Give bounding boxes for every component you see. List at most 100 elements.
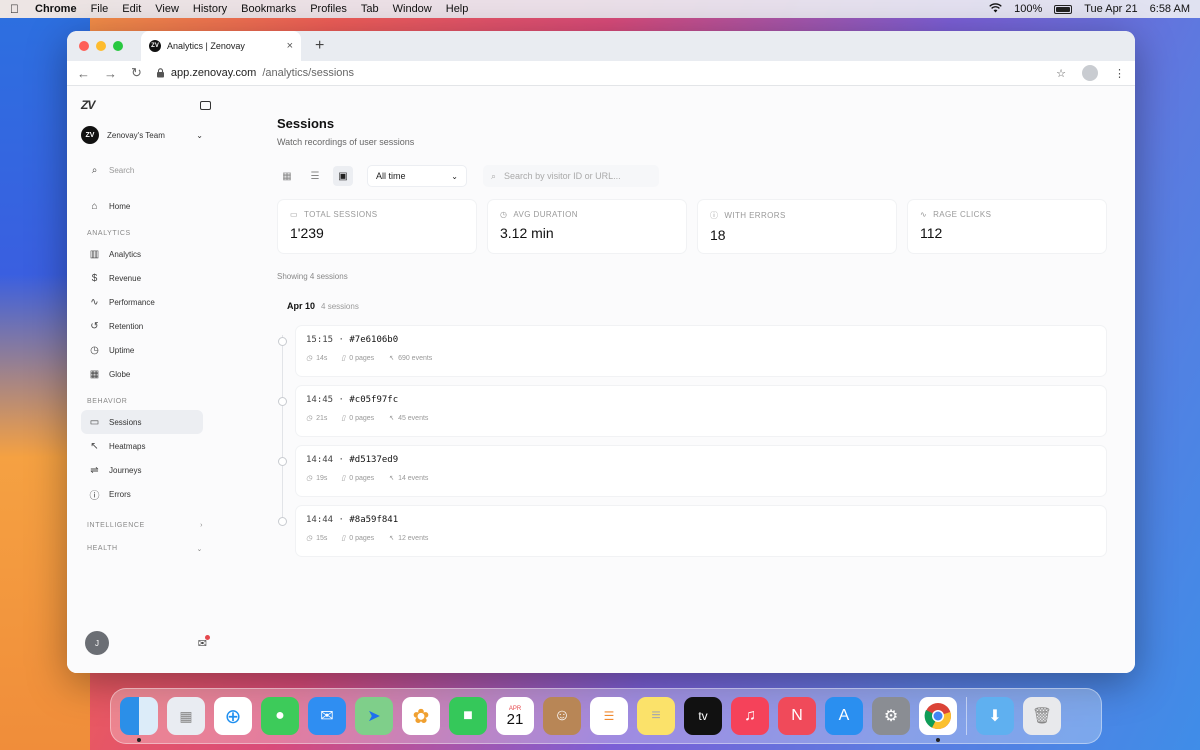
- news-icon[interactable]: N: [778, 697, 816, 735]
- sidebar-item-retention[interactable]: ↺ Retention: [81, 314, 203, 338]
- page-icon: ▯: [341, 355, 346, 362]
- safari-icon[interactable]: ⊕: [214, 697, 252, 735]
- session-duration: 15s: [316, 534, 328, 542]
- list-view-icon[interactable]: ☰: [305, 166, 325, 186]
- menu-window[interactable]: Window: [393, 3, 432, 15]
- sidebar-item-globe[interactable]: ▦ Globe: [81, 362, 203, 386]
- menu-file[interactable]: File: [91, 3, 109, 15]
- session-card[interactable]: 14:44 · #8a59f841 ◷ 15s ▯ 0 pages ↖ 12 even…: [295, 505, 1107, 557]
- menu-help[interactable]: Help: [446, 3, 469, 15]
- sidebar-item-home[interactable]: ⌂ Home: [81, 194, 203, 218]
- sidebar-item-revenue[interactable]: $ Revenue: [81, 266, 203, 290]
- calendar-view-icon[interactable]: ▣: [333, 166, 353, 186]
- menu-profiles[interactable]: Profiles: [310, 3, 347, 15]
- rotate-icon: ↺: [90, 320, 99, 332]
- pulse-icon: ∿: [920, 210, 928, 219]
- profile-avatar[interactable]: [1082, 65, 1098, 81]
- sidebar-item-heatmaps[interactable]: ↖ Heatmaps: [81, 434, 203, 458]
- tab-close-icon[interactable]: ×: [287, 40, 293, 52]
- menu-history[interactable]: History: [193, 3, 227, 15]
- app-store-icon[interactable]: A: [825, 697, 863, 735]
- chrome-icon[interactable]: [919, 697, 957, 742]
- chevron-down-icon: ⌄: [451, 171, 458, 181]
- session-search-placeholder: Search by visitor ID or URL...: [504, 171, 621, 181]
- session-card[interactable]: 15:15 · #7e6106b0 ◷ 14s ▯ 0 pages ↖ 690 eve…: [295, 325, 1107, 377]
- system-settings-icon[interactable]: ⚙: [872, 697, 910, 735]
- session-card[interactable]: 14:44 · #d5137ed9 ◷ 19s ▯ 0 pages ↖ 14 even…: [295, 445, 1107, 497]
- address-bar[interactable]: app.zenovay.com/analytics/sessions: [156, 67, 354, 79]
- more-menu-icon[interactable]: ⋮: [1114, 67, 1125, 80]
- wifi-icon[interactable]: [989, 2, 1002, 16]
- menu-time[interactable]: 6:58 AM: [1150, 3, 1190, 15]
- trash-icon[interactable]: 🗑: [1023, 697, 1061, 735]
- downloads-folder-icon[interactable]: ⬇: [976, 697, 1014, 735]
- session-search-input[interactable]: ⌕ Search by visitor ID or URL...: [483, 165, 659, 187]
- menu-edit[interactable]: Edit: [122, 3, 141, 15]
- team-switcher[interactable]: ZV Zenovay's Team ⌄: [81, 126, 203, 144]
- sidebar-item-performance[interactable]: ∿ Performance: [81, 290, 203, 314]
- menu-view[interactable]: View: [155, 3, 179, 15]
- reminders-icon[interactable]: ☰: [590, 697, 628, 735]
- mail-icon[interactable]: ✉: [308, 697, 346, 735]
- new-tab-button[interactable]: +: [315, 37, 324, 55]
- site-info-icon[interactable]: [156, 68, 165, 78]
- browser-tab[interactable]: ZV Analytics | Zenovay ×: [141, 31, 301, 61]
- session-time: 14:44: [306, 455, 334, 465]
- sidebar-item-analytics[interactable]: ▥ Analytics: [81, 242, 203, 266]
- session-duration: 19s: [316, 474, 328, 482]
- session-id: #8a59f841: [349, 515, 399, 525]
- session-duration: 14s: [316, 354, 328, 362]
- sidebar-item-journeys[interactable]: ⇌ Journeys: [81, 458, 203, 482]
- sidebar-search[interactable]: ⌕ Search: [81, 158, 203, 182]
- calendar-icon[interactable]: APR 21: [496, 697, 534, 735]
- section-health[interactable]: HEALTH ⌄: [87, 545, 203, 553]
- music-icon[interactable]: ♫: [731, 697, 769, 735]
- menu-app-name[interactable]: Chrome: [35, 3, 77, 15]
- clock-icon: ◷: [90, 344, 99, 356]
- notes-icon[interactable]: ≡: [637, 697, 675, 735]
- section-intelligence[interactable]: INTELLIGENCE ›: [87, 522, 203, 529]
- forward-arrow-icon[interactable]: →: [104, 66, 117, 81]
- user-avatar[interactable]: J: [85, 631, 109, 655]
- grid-view-icon[interactable]: ▦: [277, 166, 297, 186]
- back-arrow-icon[interactable]: ←: [77, 66, 90, 81]
- session-card[interactable]: 14:45 · #c05f97fc ◷ 21s ▯ 0 pages ↖ 45 even…: [295, 385, 1107, 437]
- sidebar-item-errors[interactable]: ⓘ Errors: [81, 482, 203, 506]
- sidebar-item-label: Retention: [109, 321, 144, 331]
- reload-icon[interactable]: ↻: [131, 65, 142, 81]
- apple-icon[interactable]: : [10, 2, 19, 16]
- sidebar-item-uptime[interactable]: ◷ Uptime: [81, 338, 203, 362]
- stat-card-avg-duration: ◷ AVG DURATION 3.12 min: [487, 199, 687, 254]
- session-row: 14:45 · #c05f97fc ◷ 21s ▯ 0 pages ↖ 45 even…: [277, 385, 1107, 445]
- menu-date[interactable]: Tue Apr 21: [1084, 3, 1137, 15]
- group-count: 4 sessions: [321, 302, 359, 311]
- sidebar: ZV ZV Zenovay's Team ⌄ ⌕ Search ⌂ Home A…: [67, 86, 217, 673]
- facetime-icon[interactable]: ■: [449, 697, 487, 735]
- zenovay-logo[interactable]: ZV: [81, 98, 203, 112]
- sidebar-toggle-icon[interactable]: [200, 101, 211, 110]
- session-time: 14:45: [306, 395, 334, 405]
- sidebar-item-sessions[interactable]: ▭ Sessions: [81, 410, 203, 434]
- menu-bookmarks[interactable]: Bookmarks: [241, 3, 296, 15]
- contacts-icon[interactable]: ☺: [543, 697, 581, 735]
- tv-icon[interactable]: tv: [684, 697, 722, 735]
- activity-icon: ∿: [90, 296, 99, 308]
- inbox-icon[interactable]: ✉: [198, 634, 210, 650]
- tab-bar: ZV Analytics | Zenovay × +: [67, 31, 1135, 61]
- close-window-button[interactable]: [79, 41, 89, 51]
- messages-icon[interactable]: ●: [261, 697, 299, 735]
- photos-icon[interactable]: ✿: [402, 697, 440, 735]
- battery-icon[interactable]: [1054, 4, 1073, 14]
- tv-label: tv: [698, 709, 708, 723]
- time-range-select[interactable]: All time ⌄: [367, 165, 467, 187]
- zoom-window-button[interactable]: [113, 41, 123, 51]
- calendar-day: 21: [506, 710, 524, 728]
- bookmark-star-icon[interactable]: ☆: [1056, 67, 1066, 80]
- launchpad-icon[interactable]: ▦: [167, 697, 205, 735]
- maps-icon[interactable]: ➤: [355, 697, 393, 735]
- cursor-icon: ↖: [388, 415, 395, 422]
- alert-icon: ⓘ: [710, 211, 719, 220]
- menu-tab[interactable]: Tab: [361, 3, 379, 15]
- minimize-window-button[interactable]: [96, 41, 106, 51]
- finder-icon[interactable]: [120, 697, 158, 742]
